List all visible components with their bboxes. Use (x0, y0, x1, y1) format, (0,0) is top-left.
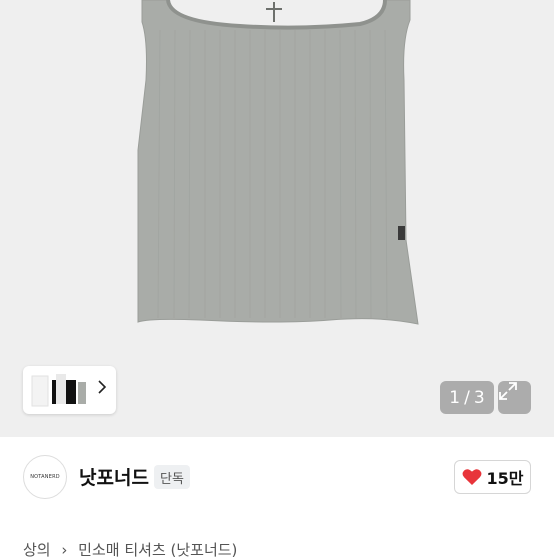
like-count: 15만 (486, 469, 524, 488)
thumbnail-strip[interactable] (23, 366, 116, 414)
counter-total: 3 (473, 387, 485, 408)
brand-row: NOTANERD 낫포너드 단독 15만 (0, 437, 554, 517)
breadcrumb-item-subcategory[interactable]: 민소매 티셔츠 (낫포너드) (78, 541, 237, 559)
counter-current: 1 (449, 387, 461, 408)
exclusive-badge: 단독 (154, 465, 190, 489)
counter-separator: / (464, 387, 470, 408)
chevron-right-icon[interactable] (97, 380, 109, 400)
image-counter: 1 / 3 (440, 381, 494, 414)
like-button[interactable]: 15만 (454, 460, 531, 494)
expand-button[interactable] (498, 381, 531, 414)
heart-icon (462, 469, 481, 485)
breadcrumb: 상의 › 민소매 티셔츠 (낫포너드) (23, 539, 243, 560)
cross-pendant-icon (266, 2, 282, 22)
tank-top-shape (137, 0, 419, 325)
breadcrumb-item-category[interactable]: 상의 (23, 541, 51, 559)
breadcrumb-separator: › (61, 541, 68, 559)
label-tag (398, 226, 405, 240)
brand-name[interactable]: 낫포너드 (79, 463, 149, 490)
thumbnail-images[interactable] (30, 370, 92, 410)
brand-logo[interactable]: NOTANERD (23, 455, 67, 499)
brand-logo-text: NOTANERD (30, 474, 60, 480)
product-image-gallery[interactable]: 1 / 3 (0, 0, 554, 437)
expand-icon (499, 382, 517, 400)
